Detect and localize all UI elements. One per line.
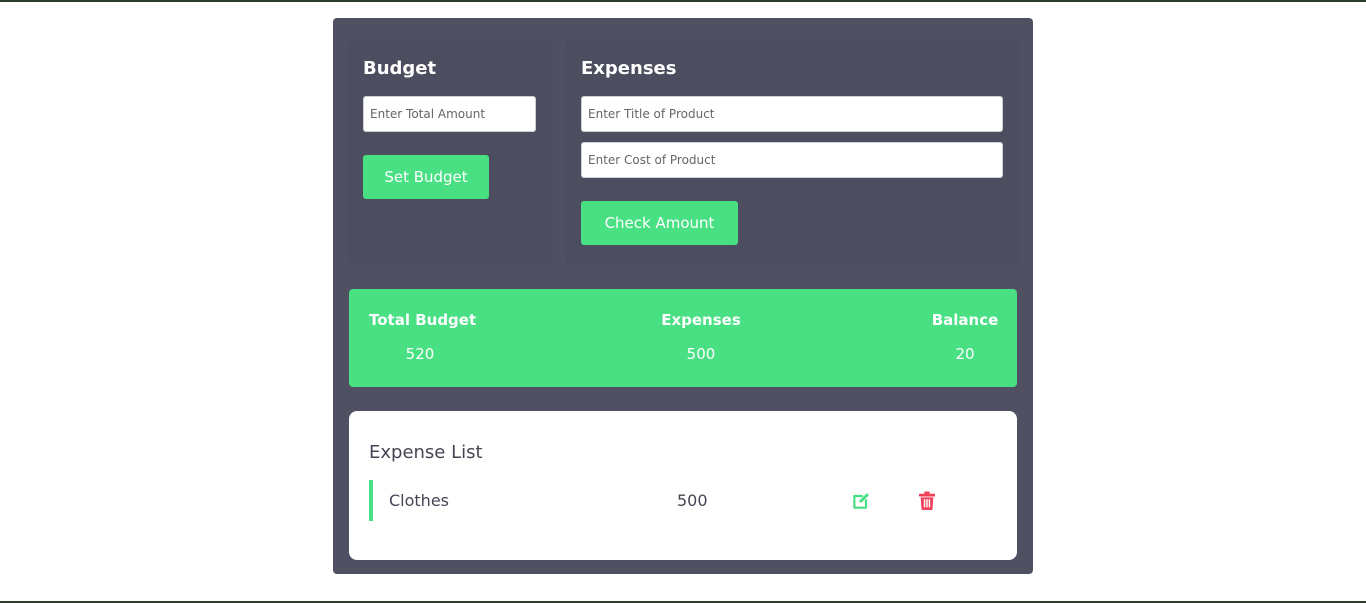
product-title-input[interactable]	[581, 96, 1003, 132]
trash-icon[interactable]	[915, 489, 939, 513]
total-budget-value: 520	[405, 345, 435, 363]
total-amount-input[interactable]	[363, 96, 536, 132]
check-amount-button[interactable]: Check Amount	[581, 201, 738, 245]
expense-title: Clothes	[389, 491, 449, 510]
balance-value: 20	[955, 345, 975, 363]
expense-list-heading: Expense List	[369, 442, 483, 463]
summary-bar: Total Budget 520 Expenses 500 Balance 20	[349, 289, 1017, 387]
balance-label: Balance	[931, 311, 999, 329]
budget-heading: Budget	[363, 58, 437, 79]
expenses-heading: Expenses	[581, 58, 677, 79]
total-budget-block: Total Budget 520	[369, 311, 477, 363]
balance-block: Balance 20	[923, 311, 1007, 363]
budget-app: Budget Set Budget Expenses Check Amount …	[333, 18, 1033, 574]
expenses-label: Expenses	[661, 311, 741, 329]
expense-cost: 500	[677, 491, 708, 510]
set-budget-button[interactable]: Set Budget	[363, 155, 489, 199]
total-budget-label: Total Budget	[369, 311, 477, 329]
expense-list: Expense List Clothes 500	[349, 411, 1017, 560]
list-item: Clothes 500	[369, 480, 1001, 521]
budget-panel: Budget Set Budget	[347, 40, 553, 264]
edit-icon[interactable]	[849, 489, 873, 513]
product-cost-input[interactable]	[581, 142, 1003, 178]
expenses-panel: Expenses Check Amount	[565, 40, 1019, 264]
expenses-value: 500	[686, 345, 716, 363]
expenses-block: Expenses 500	[653, 311, 749, 363]
